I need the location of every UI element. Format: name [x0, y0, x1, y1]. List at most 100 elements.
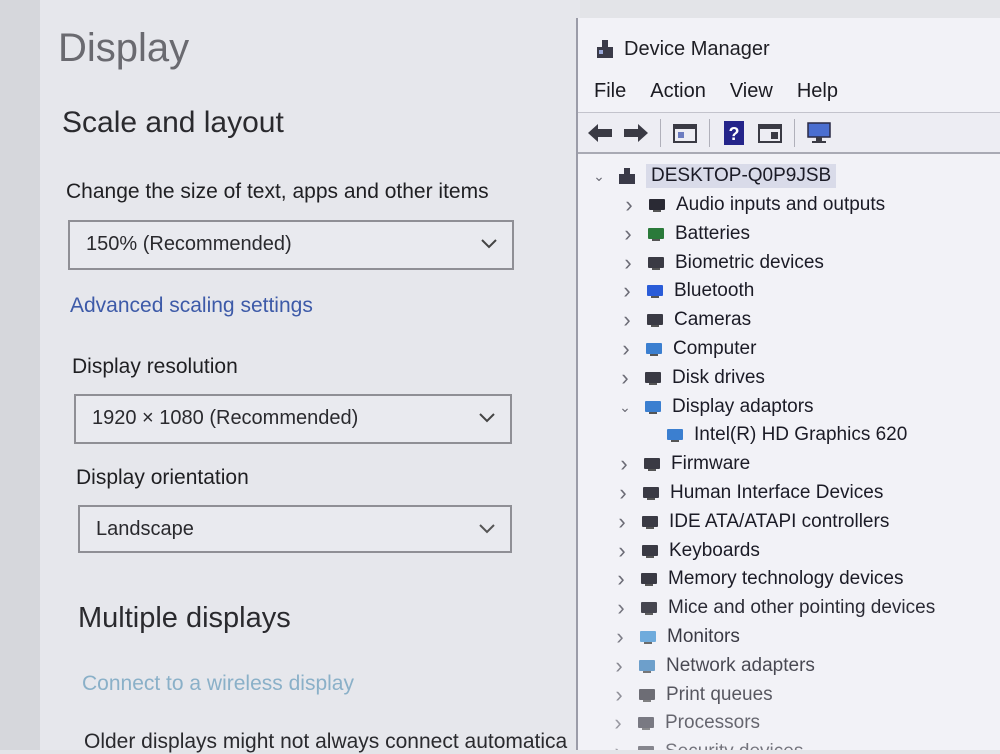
processor-icon: [635, 712, 657, 734]
page-title: Display: [58, 26, 190, 70]
resolution-label: Display resolution: [72, 355, 238, 378]
hid-icon: [640, 482, 662, 504]
tree-category[interactable]: › Processors: [609, 709, 760, 737]
tree-item-label: Mice and other pointing devices: [668, 597, 936, 618]
tree-item-label: Memory technology devices: [668, 568, 904, 589]
chevron-right-icon[interactable]: ›: [614, 480, 632, 506]
multiple-displays-heading: Multiple displays: [78, 602, 291, 634]
chevron-right-icon[interactable]: ›: [616, 365, 634, 391]
tree-category[interactable]: › Disk drives: [616, 364, 765, 392]
tree-root[interactable]: ⌄ DESKTOP-Q0P9JSB: [590, 162, 837, 190]
forward-arrow-icon: [624, 123, 648, 142]
menu-action[interactable]: Action: [650, 80, 706, 103]
tree-item-label: Network adapters: [666, 655, 815, 676]
network-icon: [636, 655, 658, 677]
tree-item-label: IDE ATA/ATAPI controllers: [669, 511, 890, 532]
ide-controller-icon: [639, 511, 661, 533]
menu-file[interactable]: File: [594, 80, 626, 103]
tree-item-label: Cameras: [674, 309, 752, 330]
speaker-icon: [646, 194, 668, 216]
tree-category[interactable]: › Network adapters: [610, 652, 815, 680]
chevron-right-icon[interactable]: ›: [609, 710, 627, 736]
chevron-right-icon[interactable]: ›: [610, 682, 628, 708]
tree-item-label: Keyboards: [669, 540, 760, 561]
resolution-dropdown[interactable]: 1920 × 1080 (Recommended): [74, 394, 512, 444]
tree-item-label: Monitors: [667, 626, 740, 647]
chevron-right-icon[interactable]: ›: [612, 566, 630, 592]
orientation-dropdown-value: Landscape: [96, 518, 194, 540]
title-bar[interactable]: Device Manager: [594, 32, 770, 66]
toolbar-divider: [794, 118, 795, 147]
tree-category[interactable]: › Cameras: [618, 306, 751, 334]
tree-item-label: Disk drives: [672, 367, 765, 388]
tree-item-label: Biometric devices: [675, 252, 824, 273]
orientation-label: Display orientation: [76, 466, 249, 489]
resolution-dropdown-value: 1920 × 1080 (Recommended): [92, 407, 359, 429]
chevron-right-icon[interactable]: ›: [617, 336, 635, 362]
tree-category[interactable]: › Mice and other pointing devices: [612, 594, 935, 622]
tree-category[interactable]: › Biometric devices: [619, 249, 824, 277]
chevron-right-icon[interactable]: ›: [618, 307, 636, 333]
chevron-right-icon[interactable]: ›: [609, 739, 627, 750]
tree-item-label: Display adaptors: [672, 396, 814, 417]
back-button[interactable]: [584, 118, 616, 148]
tree-item-label: Audio inputs and outputs: [676, 194, 886, 215]
chevron-right-icon[interactable]: ›: [619, 221, 637, 247]
tree-child-item[interactable]: Intel(R) HD Graphics 620: [654, 421, 907, 449]
chevron-right-icon[interactable]: ›: [620, 192, 638, 218]
tree-category[interactable]: › Firmware: [615, 450, 750, 478]
tree-category[interactable]: › Computer: [617, 335, 756, 363]
display-adapter-icon: [642, 396, 664, 418]
chevron-right-icon[interactable]: ›: [618, 278, 636, 304]
scale-layout-heading: Scale and layout: [62, 106, 284, 139]
tree-category[interactable]: › Audio inputs and outputs: [620, 191, 885, 219]
tree-category[interactable]: › Keyboards: [613, 537, 760, 565]
tree-category[interactable]: › Memory technology devices: [612, 565, 904, 593]
chevron-right-icon[interactable]: ›: [610, 653, 628, 679]
tree-category[interactable]: › Print queues: [610, 681, 772, 709]
forward-button[interactable]: [620, 118, 652, 148]
tree-category[interactable]: › IDE ATA/ATAPI controllers: [613, 508, 889, 536]
properties-icon: [673, 123, 697, 143]
computer-icon: [616, 165, 638, 187]
display-settings-panel: Display Scale and layout Change the size…: [40, 0, 580, 753]
chevron-right-icon[interactable]: ›: [613, 509, 631, 535]
chevron-down-icon[interactable]: ⌄: [616, 399, 634, 416]
scale-dropdown[interactable]: 150% (Recommended): [68, 220, 514, 270]
disk-drive-icon: [642, 367, 664, 389]
tree-category[interactable]: › Monitors: [611, 623, 740, 651]
mouse-icon: [638, 597, 660, 619]
scan-hardware-button[interactable]: [803, 118, 835, 148]
chevron-right-icon[interactable]: ›: [613, 538, 631, 564]
menu-help[interactable]: Help: [797, 80, 838, 103]
chevron-right-icon[interactable]: ›: [612, 595, 630, 621]
menu-view[interactable]: View: [730, 80, 773, 103]
update-driver-button[interactable]: [754, 118, 786, 148]
bluetooth-icon: [644, 280, 666, 302]
tree-category[interactable]: › Bluetooth: [618, 277, 754, 305]
tree-category[interactable]: › Batteries: [619, 220, 750, 248]
chevron-down-icon: [479, 524, 495, 534]
properties-button[interactable]: [669, 118, 701, 148]
wireless-display-link[interactable]: Connect to a wireless display: [82, 672, 354, 696]
toolbar-divider: [660, 118, 661, 147]
fingerprint-icon: [645, 252, 667, 274]
tree-item-label: Human Interface Devices: [670, 482, 884, 503]
back-arrow-icon: [588, 123, 612, 142]
tree-item-label: Processors: [665, 712, 761, 733]
chevron-right-icon[interactable]: ›: [615, 451, 633, 477]
help-button[interactable]: ?: [718, 118, 750, 148]
chevron-right-icon[interactable]: ›: [619, 250, 637, 276]
advanced-scaling-link[interactable]: Advanced scaling settings: [70, 294, 313, 318]
chevron-right-icon[interactable]: ›: [611, 624, 629, 650]
tree-category[interactable]: › Human Interface Devices: [614, 479, 883, 507]
orientation-dropdown[interactable]: Landscape: [78, 505, 512, 553]
tree-category[interactable]: › Security devices: [609, 738, 803, 750]
chevron-down-icon: [481, 239, 497, 249]
toolbar-divider: [709, 118, 710, 147]
tree-category[interactable]: ⌄ Display adaptors: [616, 393, 814, 421]
tree-item-label: Security devices: [665, 741, 803, 750]
tree-item-label: Intel(R) HD Graphics 620: [694, 424, 908, 445]
chevron-down-icon[interactable]: ⌄: [590, 168, 608, 185]
tree-item-label: Firmware: [671, 453, 751, 474]
